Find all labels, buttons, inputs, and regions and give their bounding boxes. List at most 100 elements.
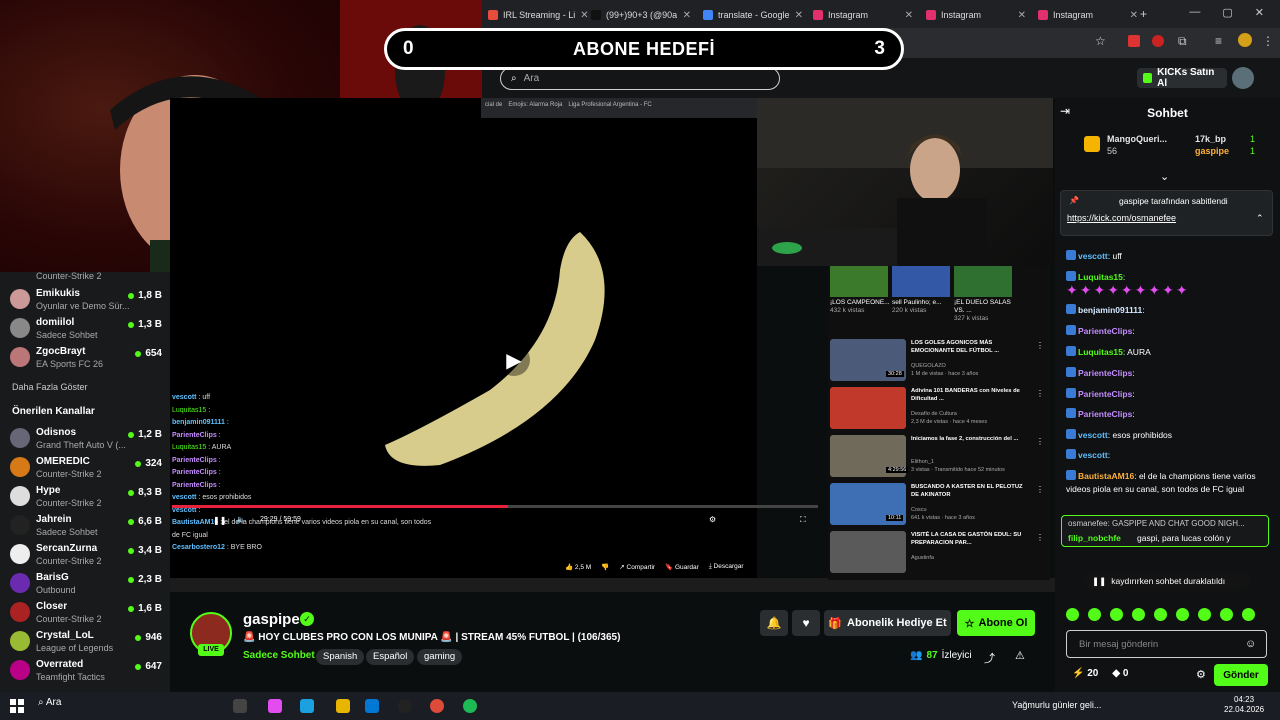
sidebar-channel[interactable]: Odisnos Grand Theft Auto V (... 1,2 B <box>8 425 164 453</box>
browser-tab[interactable]: Instagram ✕ <box>920 4 1032 26</box>
more-icon[interactable]: ⋮ <box>1262 34 1274 48</box>
emoji-icon[interactable]: ☺ <box>1245 638 1256 650</box>
follow-button[interactable]: ♥ <box>792 610 820 636</box>
chat-username[interactable]: BautistaAM16 <box>1078 471 1134 481</box>
user-avatar[interactable] <box>1232 67 1254 89</box>
emote-icon[interactable] <box>1088 608 1101 621</box>
star-icon[interactable]: ☆ <box>1095 34 1106 48</box>
emote-icon[interactable] <box>1110 608 1123 621</box>
chat-username[interactable]: vescott <box>1078 450 1108 460</box>
chat-username[interactable]: vescott <box>1078 251 1108 261</box>
close-tab-icon[interactable]: ✕ <box>795 10 803 21</box>
subscribe-button[interactable]: ☆ Abone Ol <box>957 610 1035 636</box>
pinned-link[interactable]: https://kick.com/osmanefee <box>1067 213 1176 223</box>
clock[interactable]: 04:23 22.04.2026 <box>1224 695 1264 715</box>
browser-tab[interactable]: Instagram ✕ <box>807 4 919 26</box>
copilot-icon[interactable] <box>268 699 282 713</box>
browser-tab[interactable]: (99+)90+3 (@90a ✕ <box>585 4 697 26</box>
download-button[interactable]: ⤓ Descargar <box>709 563 744 571</box>
kicks-value[interactable]: ◆ 0 <box>1112 668 1128 679</box>
dislike-icon[interactable]: 👎 <box>601 563 609 571</box>
folder-icon[interactable] <box>336 699 350 713</box>
points-value[interactable]: ⚡ 20 <box>1072 668 1098 679</box>
menu-icon[interactable]: ≡ <box>1215 34 1222 48</box>
pause-icon[interactable]: ❚❚ <box>213 516 226 525</box>
short-thumbnail[interactable] <box>892 265 950 297</box>
chat-username[interactable]: benjamin091111 <box>1078 305 1142 315</box>
task-view-icon[interactable] <box>233 699 247 713</box>
tag-gaming[interactable]: gaming <box>417 649 463 665</box>
show-more-link[interactable]: Daha Fazla Göster <box>12 382 88 392</box>
buy-kicks-button[interactable]: KICKs Satın Al <box>1137 67 1227 89</box>
extension-icon[interactable] <box>1128 35 1140 47</box>
emote-icon[interactable] <box>1066 608 1079 621</box>
chat-username[interactable]: ParienteClips <box>1078 409 1132 419</box>
extension-icon[interactable] <box>1152 35 1164 47</box>
recommended-video[interactable]: Adivina 101 BANDERAS con Niveles de Difi… <box>830 387 1048 431</box>
chat-message-input[interactable]: Bir mesaj gönderin <box>1066 630 1267 658</box>
close-tab-icon[interactable]: ✕ <box>683 10 691 21</box>
sidebar-channel[interactable]: ZgocBrayt EA Sports FC 26 654 <box>8 344 164 372</box>
weather-widget[interactable]: Yağmurlu günler geli... <box>1012 700 1101 710</box>
sidebar-channel[interactable]: Hype Counter-Strike 2 8,3 B <box>8 483 164 511</box>
emote-icon[interactable] <box>1198 608 1211 621</box>
close-tab-icon[interactable]: ✕ <box>905 10 913 21</box>
tag-spanish[interactable]: Spanish <box>316 649 365 665</box>
app-icon[interactable] <box>398 699 412 713</box>
emote-icon[interactable] <box>1132 608 1145 621</box>
recommended-video[interactable]: BUSCANDO A KASTER EN EL PELOTUZ DE AKINA… <box>830 483 1048 527</box>
report-icon[interactable]: ⚠ <box>1015 649 1025 662</box>
share-button[interactable]: ↗ Compartir <box>619 563 655 571</box>
short-info[interactable]: sell Paulinho; e... 220 k vistas <box>892 299 952 315</box>
recommended-video[interactable]: LOS GOLES AGONICOS MÁS EMOCIONANTE DEL F… <box>830 339 1048 383</box>
more-icon[interactable]: ⋮ <box>1036 341 1044 350</box>
emote-icon[interactable] <box>1220 608 1233 621</box>
notification-button[interactable]: 🔔 <box>760 610 788 636</box>
like-button[interactable]: 👍 2,5 M <box>565 563 591 571</box>
minimize-icon[interactable]: — <box>1189 6 1200 22</box>
close-icon[interactable]: ✕ <box>1255 6 1264 22</box>
emote-icon[interactable] <box>1242 608 1255 621</box>
edge-icon[interactable] <box>300 699 314 713</box>
sidebar-channel[interactable]: domiilol Sadece Sohbet 1,3 B <box>8 315 164 343</box>
volume-icon[interactable]: 🔈 <box>236 515 246 524</box>
stream-category[interactable]: Sadece Sohbet <box>243 650 315 661</box>
more-icon[interactable]: ⋮ <box>1036 437 1044 446</box>
channel-name[interactable]: gaspipe <box>243 611 300 628</box>
share-icon[interactable]: ⤴ <box>984 650 995 666</box>
browser-tab[interactable]: IRL Streaming - Li ✕ <box>482 4 594 26</box>
chevron-up-icon[interactable]: ⌃ <box>1256 213 1264 224</box>
sidebar-channel[interactable]: Closer Counter-Strike 2 1,6 B <box>8 599 164 627</box>
chat-username[interactable]: ParienteClips <box>1078 389 1132 399</box>
recommended-video[interactable]: Iniciamos la fase 2, construcción del ..… <box>830 435 1048 479</box>
close-tab-icon[interactable]: ✕ <box>1018 10 1026 21</box>
sidebar-channel[interactable]: BarisG Outbound 2,3 B <box>8 570 164 598</box>
chevron-down-icon[interactable]: ⌄ <box>1160 170 1169 183</box>
short-info[interactable]: ¡LOS CAMPEONE... 432 k vistas <box>830 299 890 315</box>
close-tab-icon[interactable]: ✕ <box>1130 10 1138 21</box>
sidebar-channel[interactable]: Crystal_LoL League of Legends 946 <box>8 628 164 656</box>
spotify-icon[interactable] <box>463 699 477 713</box>
sidebar-channel[interactable]: SercanZurna Counter-Strike 2 3,4 B <box>8 541 164 569</box>
gift-subscription-button[interactable]: 🎁 Abonelik Hediye Et <box>824 610 951 636</box>
short-thumbnail[interactable] <box>830 265 888 297</box>
video-progress-bar[interactable] <box>172 505 818 508</box>
chat-username[interactable]: Luquitas15 <box>1078 272 1123 282</box>
chat-paused-banner[interactable]: ❚❚ kaydırırken sohbet duraklatıldı <box>1084 573 1250 589</box>
store-icon[interactable] <box>365 699 379 713</box>
tag-espanol[interactable]: Español <box>366 649 415 665</box>
taskbar-search[interactable]: ⌕ Ara <box>38 697 61 708</box>
chat-username[interactable]: ParienteClips <box>1078 368 1132 378</box>
emote-icon[interactable] <box>1154 608 1167 621</box>
chat-username[interactable]: ParienteClips <box>1078 326 1132 336</box>
chrome-icon[interactable] <box>430 699 444 713</box>
emote-row[interactable] <box>1066 608 1271 624</box>
more-icon[interactable]: ⋮ <box>1036 485 1044 494</box>
fullscreen-icon[interactable]: ⛶ <box>800 515 806 525</box>
play-button[interactable]: ▶ <box>498 344 530 376</box>
send-button[interactable]: Gönder <box>1214 664 1268 686</box>
sidebar-channel[interactable]: OMEREDIC Counter-Strike 2 324 <box>8 454 164 482</box>
sidebar-channel[interactable]: Jahrein Sadece Sohbet 6,6 B <box>8 512 164 540</box>
more-icon[interactable]: ⋮ <box>1036 533 1044 542</box>
puzzle-icon[interactable]: ⧉ <box>1178 34 1187 49</box>
